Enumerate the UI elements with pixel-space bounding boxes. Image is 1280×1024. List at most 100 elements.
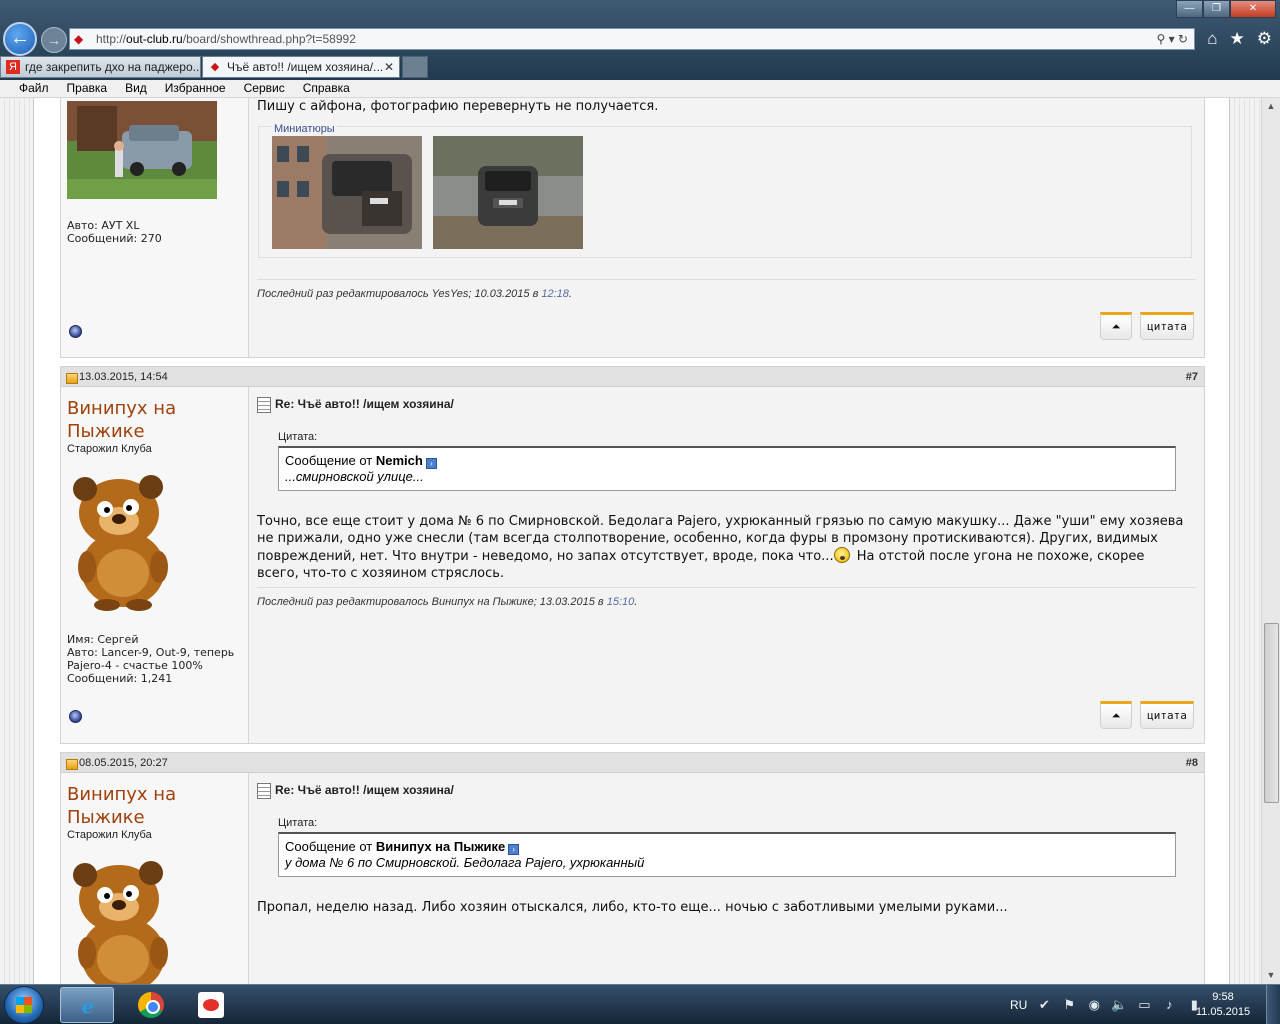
back-button[interactable]: ← [3,22,37,56]
scroll-up-icon[interactable]: ▲ [1262,98,1280,115]
chrome-icon [138,992,164,1018]
scroll-down-icon[interactable]: ▼ [1262,967,1280,984]
favorites-star-icon[interactable]: ★ [1230,29,1245,49]
new-tab-button[interactable] [402,56,428,78]
view-post-arrow-icon[interactable]: › [425,458,437,469]
start-button[interactable] [4,986,44,1024]
quote-button[interactable]: цитата [1140,701,1194,729]
quote-text: ...смирновской улице... [285,469,424,484]
language-indicator[interactable]: RU [1010,998,1027,1012]
user-column: Винипух на Пыжике Старожил Клуба [61,387,249,743]
vertical-scrollbar[interactable]: ▲ ▼ [1261,98,1280,984]
tab-active-thread[interactable]: ◆ Чъё авто!! /ищем хозяина/... ✕ [202,56,400,78]
network-check-icon[interactable]: ✔ [1036,997,1052,1013]
ie-icon: e [81,994,95,1018]
edit-note: Последний раз редактировалось YesYes; 10… [257,279,1196,300]
site-favicon-icon: ◆ [74,32,84,46]
online-status-icon [69,710,82,723]
maximize-button[interactable]: ❐ [1203,0,1230,18]
close-window-button[interactable]: ✕ [1230,0,1276,18]
opera-icon [198,992,224,1018]
user-column: Винипух на Пыжике Старожил Клуба [61,773,249,984]
post-text: Пишу с айфона, фотографию перевернуть не… [257,99,659,114]
winnie-pooh-avatar [73,475,168,611]
tools-gear-icon[interactable]: ⚙ [1257,29,1272,49]
attachments-box: Миниатюры [258,123,1192,258]
forward-button[interactable]: → [41,27,67,53]
taskbar-opera[interactable] [184,987,238,1023]
address-controls[interactable]: ⚲ ▾ ↻ [1156,29,1188,49]
post-8: 08.05.2015, 20:27 #8 Винипух на Пыжике С… [60,752,1205,984]
quote-box: Сообщение от Nemich › ...смирновской улиц… [278,446,1176,491]
taskbar-chrome[interactable] [124,987,178,1023]
forum-page: Авто: АУТ XL Сообщений: 270 Пишу с айфон… [34,98,1229,984]
address-bar[interactable]: ◆ http://out-club.ru/board/showthread.ph… [69,28,1195,50]
taskbar-clock[interactable]: 9:58 11.05.2015 [1190,990,1256,1020]
scroll-top-button[interactable]: ⏶ [1100,701,1132,729]
user-title: Старожил Клуба [67,443,152,455]
menu-file[interactable]: Файл [10,80,58,97]
window-controls: — ❐ ✕ [1176,0,1276,18]
menu-edit[interactable]: Правка [58,80,117,97]
menu-favorites[interactable]: Избранное [156,80,235,97]
post-text: Пропал, неделю назад. Либо хозяин отыска… [257,900,1008,915]
post-title: Re: Чъё авто!! /ищем хозяина/ [257,783,454,799]
scrollbar-thumb[interactable] [1264,623,1279,803]
username-link[interactable]: Винипух на Пыжике [67,783,227,829]
post-6: Авто: АУТ XL Сообщений: 270 Пишу с айфон… [60,98,1205,358]
post-actions: ⏶ цитата [1100,701,1194,729]
menu-view[interactable]: Вид [116,80,156,97]
volume-muted-icon[interactable]: 🔈 [1111,997,1127,1013]
quote-block: Цитата: Сообщение от Винипух на Пыжике › … [278,817,1176,877]
system-tray: RU ✔ ⚑ ◉ 🔈 ▭ ♪ ▮ [1010,985,1202,1024]
post-actions: ⏶ цитата [1100,312,1194,340]
speaker-icon[interactable]: ♪ [1161,997,1177,1013]
menu-help[interactable]: Справка [294,80,359,97]
attachments-label: Миниатюры [272,123,337,135]
page-side-right [1229,98,1261,984]
post-text: Точно, все еще стоит у дома № 6 по Смирн… [257,514,1184,581]
display-icon[interactable]: ▭ [1136,997,1152,1013]
close-tab-icon[interactable]: ✕ [384,57,394,77]
site-favicon-icon: ◆ [210,61,220,73]
home-icon[interactable]: ⌂ [1207,29,1217,49]
quote-box: Сообщение от Винипух на Пыжике › у дома №… [278,832,1176,877]
user-title: Старожил Клуба [67,829,152,841]
post-7: 13.03.2015, 14:54 #7 Винипух на Пыжике С… [60,366,1205,744]
post-date: 08.05.2015, 20:27 [66,753,168,773]
post-date: 13.03.2015, 14:54 [66,367,168,387]
tab-strip: Я где закрепить дхо на паджеро... ◆ Чъё … [0,56,1280,78]
post-title: Re: Чъё авто!! /ищем хозяина/ [257,397,454,413]
minimize-button[interactable]: — [1176,0,1203,18]
quote-button[interactable]: цитата [1140,312,1194,340]
view-post-arrow-icon[interactable]: › [508,844,520,855]
post-body: Re: Чъё авто!! /ищем хозяина/ Цитата: Со… [250,773,1204,984]
post-header: 13.03.2015, 14:54 #7 [61,367,1204,387]
user-info: Авто: АУТ XL Сообщений: 270 [67,219,162,245]
attachment-thumbnail-2[interactable] [433,136,583,249]
menu-tools[interactable]: Сервис [235,80,294,97]
attachment-thumbnail-1[interactable] [272,136,422,249]
online-status-icon [69,325,82,338]
app-tray-icon[interactable]: ◉ [1086,997,1102,1013]
post-header: 08.05.2015, 20:27 #8 [61,753,1204,773]
winnie-pooh-avatar [73,861,168,984]
tab-yandex[interactable]: Я где закрепить дхо на паджеро... [0,56,201,78]
browser-chrome: ← → ◆ http://out-club.ru/board/showthrea… [0,0,1280,80]
post-number-link[interactable]: #8 [1186,753,1198,773]
yandex-icon: Я [6,60,20,74]
scroll-top-button[interactable]: ⏶ [1100,312,1132,340]
quote-text: у дома № 6 по Смирновской. Бедолага Paje… [285,855,645,870]
username-link[interactable]: Винипух на Пыжике [67,397,227,443]
quote-label: Цитата: [278,431,318,443]
edit-note: Последний раз редактировалось Винипух на… [257,587,1196,608]
toolbar-icons: ⌂ ★ ⚙ [1207,29,1272,49]
post-body: Re: Чъё авто!! /ищем хозяина/ Цитата: Со… [250,387,1204,743]
show-desktop-button[interactable] [1266,985,1280,1024]
taskbar-ie[interactable]: e [60,987,114,1023]
address-url[interactable]: http://out-club.ru/board/showthread.php?… [96,29,356,49]
post-body: Пишу с айфона, фотографию перевернуть не… [250,98,1204,357]
windows-taskbar: e RU ✔ ⚑ ◉ 🔈 ▭ ♪ ▮ 9:58 11.05.2015 [0,984,1280,1024]
flag-icon[interactable]: ⚑ [1061,997,1077,1013]
post-number-link[interactable]: #7 [1186,367,1198,387]
